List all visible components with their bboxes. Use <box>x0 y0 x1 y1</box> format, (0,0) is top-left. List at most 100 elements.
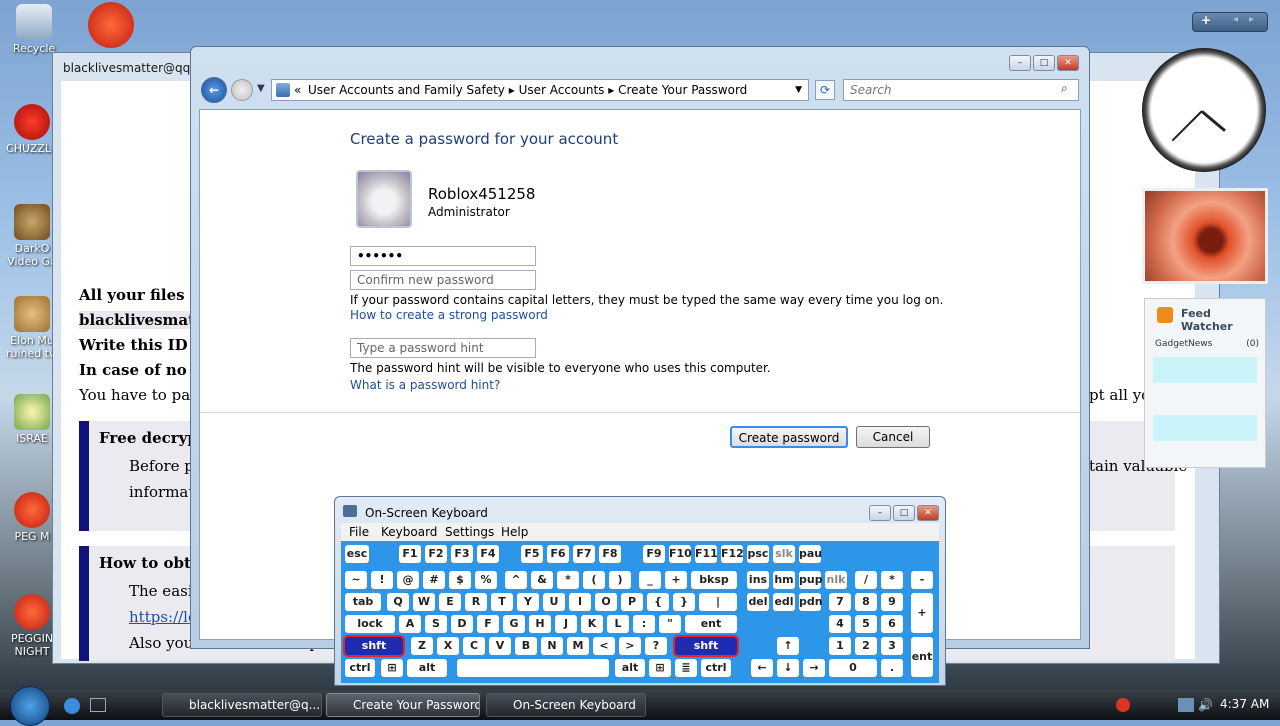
osk-key[interactable]: ctrl <box>701 659 731 677</box>
osk-key[interactable]: psc <box>747 545 769 563</box>
osk-key[interactable]: K <box>581 615 603 633</box>
osk-key[interactable]: F5 <box>521 545 543 563</box>
osk-key[interactable]: ^ <box>505 571 527 589</box>
menu-settings[interactable]: Settings <box>445 525 494 539</box>
osk-key[interactable]: shft <box>673 635 739 657</box>
osk-key[interactable]: pdn <box>799 593 823 611</box>
osk-key[interactable]: > <box>619 637 641 655</box>
osk-key[interactable]: ( <box>583 571 605 589</box>
osk-key[interactable]: { <box>647 593 669 611</box>
back-arrow-icon[interactable]: ← <box>201 77 227 103</box>
password-hint-field[interactable]: Type a password hint <box>350 338 536 358</box>
osk-key[interactable]: nlk <box>825 571 847 589</box>
menu-file[interactable]: File <box>349 525 369 539</box>
osk-key[interactable]: * <box>557 571 579 589</box>
osk-key[interactable]: pup <box>799 571 823 589</box>
osk-key[interactable]: ) <box>609 571 631 589</box>
strong-password-link[interactable]: How to create a strong password <box>350 308 548 322</box>
osk-key[interactable]: _ <box>639 571 661 589</box>
osk-key[interactable]: pau <box>799 545 822 563</box>
osk-key[interactable]: ⊞ <box>381 659 403 677</box>
osk-key[interactable]: F6 <box>547 545 569 563</box>
osk-key[interactable]: F1 <box>399 545 421 563</box>
ie-icon[interactable] <box>64 698 80 714</box>
osk-key[interactable]: F4 <box>477 545 499 563</box>
osk-key[interactable]: alt <box>615 659 645 677</box>
osk-key[interactable]: F3 <box>451 545 473 563</box>
new-password-field[interactable]: •••••• <box>350 246 536 266</box>
osk-key[interactable]: esc <box>345 545 369 563</box>
osk-key[interactable]: Z <box>411 637 433 655</box>
close-icon[interactable]: ✕ <box>917 505 939 521</box>
osk-key[interactable]: G <box>503 615 525 633</box>
osk-key[interactable]: slk <box>773 545 795 563</box>
breadcrumb-overflow-icon[interactable]: « <box>294 80 301 100</box>
osk-key[interactable]: ⊞ <box>649 659 671 677</box>
confirm-password-field[interactable]: Confirm new password <box>350 270 536 290</box>
osk-key[interactable]: " <box>659 615 681 633</box>
add-gadget-icon[interactable]: + <box>1201 13 1211 27</box>
desktop-icon-recycle[interactable]: Recycle <box>4 4 64 55</box>
osk-key[interactable]: 2 <box>855 637 877 655</box>
maximize-icon[interactable]: □ <box>893 505 915 521</box>
osk-key[interactable]: Q <box>387 593 409 611</box>
create-password-button[interactable]: Create password <box>730 426 848 448</box>
osk-key[interactable]: lock <box>345 615 395 633</box>
breadcrumb-item[interactable]: User Accounts <box>519 83 605 97</box>
osk-key[interactable]: < <box>593 637 615 655</box>
osk-key[interactable]: - <box>911 571 933 589</box>
osk-key[interactable]: R <box>465 593 487 611</box>
osk-key[interactable]: 1 <box>829 637 851 655</box>
previous-icon[interactable]: ◂ <box>1233 14 1238 25</box>
breadcrumb-separator-icon[interactable]: ▸ <box>608 83 618 97</box>
osk-key[interactable]: ↓ <box>777 659 799 677</box>
osk-key[interactable] <box>457 659 609 677</box>
cancel-button[interactable]: Cancel <box>856 426 930 448</box>
osk-key[interactable]: H <box>529 615 551 633</box>
osk-key[interactable]: * <box>881 571 903 589</box>
osk-key[interactable]: ↑ <box>777 637 799 655</box>
osk-key[interactable]: ! <box>371 571 393 589</box>
osk-key[interactable]: ent <box>911 637 933 677</box>
osk-key[interactable]: X <box>437 637 459 655</box>
minimize-icon[interactable]: – <box>1009 55 1031 71</box>
minimize-icon[interactable]: – <box>869 505 891 521</box>
breadcrumb-separator-icon[interactable]: ▸ <box>509 83 519 97</box>
osk-key[interactable]: : <box>633 615 655 633</box>
osk-key[interactable]: A <box>399 615 421 633</box>
osk-key[interactable]: F10 <box>669 545 692 563</box>
osk-key[interactable]: ~ <box>345 571 367 589</box>
osk-key[interactable]: F2 <box>425 545 447 563</box>
osk-key[interactable]: + <box>911 593 933 633</box>
osk-key[interactable]: L <box>607 615 629 633</box>
osk-key[interactable]: I <box>569 593 591 611</box>
osk-key[interactable]: ctrl <box>345 659 375 677</box>
osk-key[interactable]: } <box>673 593 695 611</box>
start-button[interactable] <box>10 686 50 726</box>
refresh-icon[interactable]: ⟳ <box>815 80 835 100</box>
osk-key[interactable]: 9 <box>881 593 903 611</box>
osk-key[interactable]: shft <box>343 635 405 657</box>
taskbar-task-active[interactable]: Create Your Password <box>326 693 480 717</box>
osk-key[interactable]: U <box>543 593 565 611</box>
osk-key[interactable]: 3 <box>881 637 903 655</box>
tray-security-icon[interactable] <box>1116 698 1130 712</box>
osk-key[interactable]: ins <box>747 571 769 589</box>
osk-key[interactable]: V <box>489 637 511 655</box>
osk-key[interactable]: . <box>881 659 903 677</box>
taskbar-task[interactable]: On-Screen Keyboard <box>486 693 646 717</box>
tray-volume-icon[interactable]: 🔊 <box>1198 698 1213 712</box>
osk-key[interactable]: edl <box>773 593 795 611</box>
address-bar[interactable]: « User Accounts and Family Safety ▸ User… <box>271 79 809 101</box>
osk-key[interactable]: 7 <box>829 593 851 611</box>
search-input[interactable]: Search <box>843 79 1079 101</box>
osk-key[interactable]: | <box>699 593 737 611</box>
osk-key[interactable]: 6 <box>881 615 903 633</box>
osk-key[interactable]: S <box>425 615 447 633</box>
osk-key[interactable]: F7 <box>573 545 595 563</box>
osk-key[interactable]: bksp <box>691 571 737 589</box>
osk-key[interactable]: O <box>595 593 617 611</box>
osk-key[interactable]: T <box>491 593 513 611</box>
osk-key[interactable]: % <box>475 571 497 589</box>
osk-key[interactable]: J <box>555 615 577 633</box>
